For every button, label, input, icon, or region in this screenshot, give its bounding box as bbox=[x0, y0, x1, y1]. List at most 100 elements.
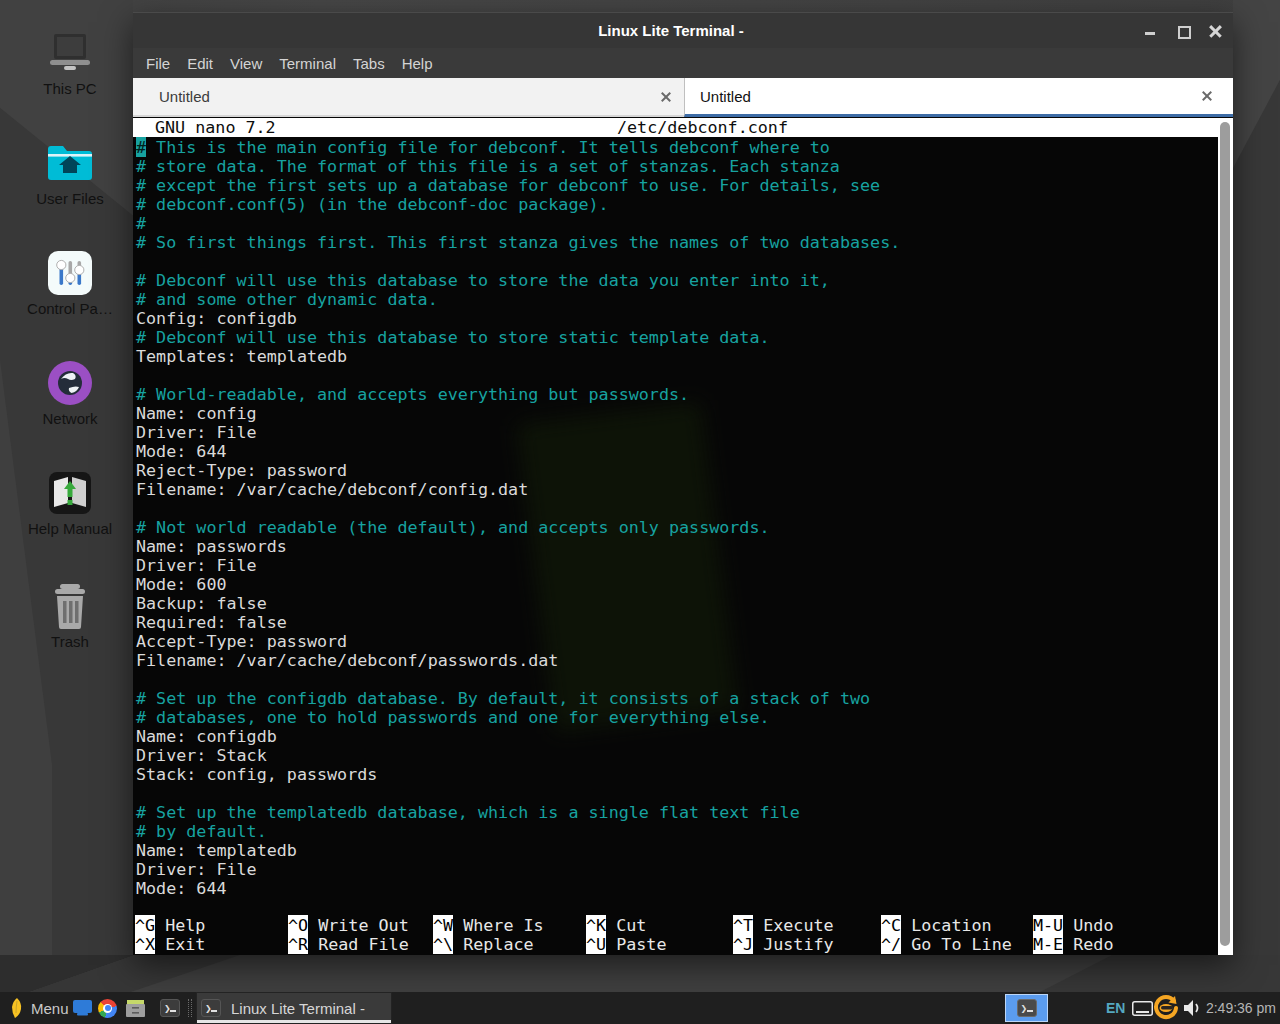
terminal-screen[interactable]: GNU nano 7.2 /etc/debconf.conf # This is… bbox=[133, 117, 1233, 955]
file-manager-icon[interactable] bbox=[126, 992, 145, 1024]
editor-line: Accept-Type: password bbox=[136, 632, 1217, 651]
tab-close-icon[interactable] bbox=[658, 89, 674, 105]
keyboard-icon[interactable] bbox=[1132, 992, 1153, 1024]
desktop-icon-label: Help Manual bbox=[14, 520, 126, 537]
nano-shortcut: ^J Justify bbox=[733, 935, 834, 954]
nano-shortcut: ^C Location bbox=[881, 916, 992, 935]
nano-filename: /etc/debconf.conf bbox=[617, 118, 788, 137]
taskbar-separator bbox=[188, 999, 192, 1017]
editor-line: Name: configdb bbox=[136, 727, 1217, 746]
editor-line: Backup: false bbox=[136, 594, 1217, 613]
editor-line: Config: configdb bbox=[136, 309, 1217, 328]
editor-line: # World-readable, and accepts everything… bbox=[136, 385, 1217, 404]
keyboard-layout-indicator[interactable]: EN bbox=[1106, 992, 1125, 1024]
editor-line: Reject-Type: password bbox=[136, 461, 1217, 480]
terminal-scrollbar[interactable] bbox=[1218, 118, 1233, 955]
desktop-icon-label: Control Pa… bbox=[14, 300, 126, 317]
update-manager-icon[interactable] bbox=[1153, 992, 1179, 1024]
nano-shortcut: ^G Help bbox=[135, 916, 205, 935]
editor-line: Filename: /var/cache/debconf/passwords.d… bbox=[136, 651, 1217, 670]
menu-label[interactable]: Menu bbox=[31, 992, 69, 1024]
workspace-window-icon bbox=[1017, 999, 1037, 1017]
help-manual-icon bbox=[14, 468, 126, 518]
editor-line: # This is the main config file for debco… bbox=[136, 138, 1217, 157]
editor-line: Filename: /var/cache/debconf/config.dat bbox=[136, 480, 1217, 499]
nano-shortcut: ^W Where Is bbox=[433, 916, 544, 935]
nano-shortcut: ^X Exit bbox=[135, 935, 205, 954]
editor-line: Stack: config, passwords bbox=[136, 765, 1217, 784]
desktop-icon-user-files[interactable]: User Files bbox=[14, 138, 126, 207]
control-panel-icon bbox=[14, 248, 126, 298]
editor-line: Required: false bbox=[136, 613, 1217, 632]
nano-buffer: # This is the main config file for debco… bbox=[136, 138, 1217, 898]
tab-untitled-2[interactable]: Untitled bbox=[684, 78, 1233, 117]
editor-line: # and some other dynamic data. bbox=[136, 290, 1217, 309]
desktop-icon-label: This PC bbox=[14, 80, 126, 97]
chrome-icon[interactable] bbox=[98, 992, 117, 1024]
wallpaper-right-wedge bbox=[1233, 0, 1280, 210]
linux-lite-logo-icon bbox=[8, 997, 26, 1019]
desktop-icon-this-pc[interactable]: This PC bbox=[14, 28, 126, 97]
desktop-launcher-icon[interactable] bbox=[73, 992, 92, 1024]
terminal-launcher-icon[interactable] bbox=[160, 992, 180, 1024]
tab-close-icon[interactable] bbox=[1199, 88, 1215, 104]
trash-icon bbox=[14, 581, 126, 631]
desktop-icon-trash[interactable]: Trash bbox=[14, 581, 126, 650]
nano-shortcut: ^R Read File bbox=[288, 935, 409, 954]
menu-tabs[interactable]: Tabs bbox=[353, 55, 385, 72]
wallpaper-left-light-bottom bbox=[0, 360, 52, 955]
tabbar: Untitled Untitled bbox=[133, 78, 1233, 117]
menu-edit[interactable]: Edit bbox=[187, 55, 213, 72]
editor-line bbox=[136, 670, 1217, 689]
start-menu-button[interactable] bbox=[8, 992, 26, 1024]
window-titlebar[interactable]: Linux Lite Terminal - bbox=[133, 12, 1233, 48]
nano-shortcut: ^/ Go To Line bbox=[881, 935, 1012, 954]
editor-line: Name: passwords bbox=[136, 537, 1217, 556]
terminal-icon bbox=[201, 999, 221, 1017]
tab-label: Untitled bbox=[159, 88, 210, 105]
desktop-icon-help-manual[interactable]: Help Manual bbox=[14, 468, 126, 537]
editor-line: Driver: Stack bbox=[136, 746, 1217, 765]
user-files-icon bbox=[14, 138, 126, 188]
tab-label: Untitled bbox=[700, 88, 751, 105]
network-icon bbox=[14, 358, 126, 408]
desktop-icon-network[interactable]: Network bbox=[14, 358, 126, 427]
taskbar: Menu Linux Lite Terminal - EN bbox=[0, 992, 1280, 1024]
editor-line: # Debconf will use this database to stor… bbox=[136, 271, 1217, 290]
menu-file[interactable]: File bbox=[146, 55, 170, 72]
task-button-label: Linux Lite Terminal - bbox=[231, 1000, 365, 1017]
editor-line bbox=[136, 499, 1217, 518]
desktop-icon-label: Network bbox=[14, 410, 126, 427]
editor-line: # by default. bbox=[136, 822, 1217, 841]
taskbar-clock[interactable]: 2:49:36 pm bbox=[1206, 992, 1276, 1024]
maximize-button[interactable] bbox=[1175, 23, 1191, 39]
menu-help[interactable]: Help bbox=[402, 55, 433, 72]
editor-line bbox=[136, 366, 1217, 385]
editor-line bbox=[136, 784, 1217, 803]
editor-line: # Not world readable (the default), and … bbox=[136, 518, 1217, 537]
close-button[interactable] bbox=[1208, 23, 1224, 39]
editor-line bbox=[136, 252, 1217, 271]
desktop-icon-control-panel[interactable]: Control Pa… bbox=[14, 248, 126, 317]
nano-version: GNU nano 7.2 bbox=[155, 118, 276, 137]
scrollbar-thumb[interactable] bbox=[1220, 122, 1230, 946]
menu-terminal[interactable]: Terminal bbox=[279, 55, 336, 72]
editor-line: Name: config bbox=[136, 404, 1217, 423]
task-button-terminal[interactable]: Linux Lite Terminal - bbox=[196, 992, 392, 1024]
volume-icon[interactable] bbox=[1182, 992, 1202, 1024]
editor-line: # bbox=[136, 214, 1217, 233]
nano-shortcut: M-U Undo bbox=[1033, 916, 1113, 935]
editor-line: Mode: 644 bbox=[136, 442, 1217, 461]
nano-shortcut: ^O Write Out bbox=[288, 916, 409, 935]
workspace-switcher[interactable] bbox=[1005, 994, 1048, 1022]
menu-view[interactable]: View bbox=[230, 55, 262, 72]
terminal-window: Linux Lite Terminal - File Edit View Termin… bbox=[133, 12, 1233, 955]
nano-shortcut: ^K Cut bbox=[586, 916, 646, 935]
editor-line: # Set up the templatedb database, which … bbox=[136, 803, 1217, 822]
editor-line: # databases, one to hold passwords and o… bbox=[136, 708, 1217, 727]
window-title: Linux Lite Terminal - bbox=[133, 13, 1209, 49]
editor-line: Mode: 644 bbox=[136, 879, 1217, 898]
minimize-button[interactable] bbox=[1142, 23, 1158, 39]
desktop-icon-label: Trash bbox=[14, 633, 126, 650]
tab-untitled-1[interactable]: Untitled bbox=[133, 78, 684, 117]
